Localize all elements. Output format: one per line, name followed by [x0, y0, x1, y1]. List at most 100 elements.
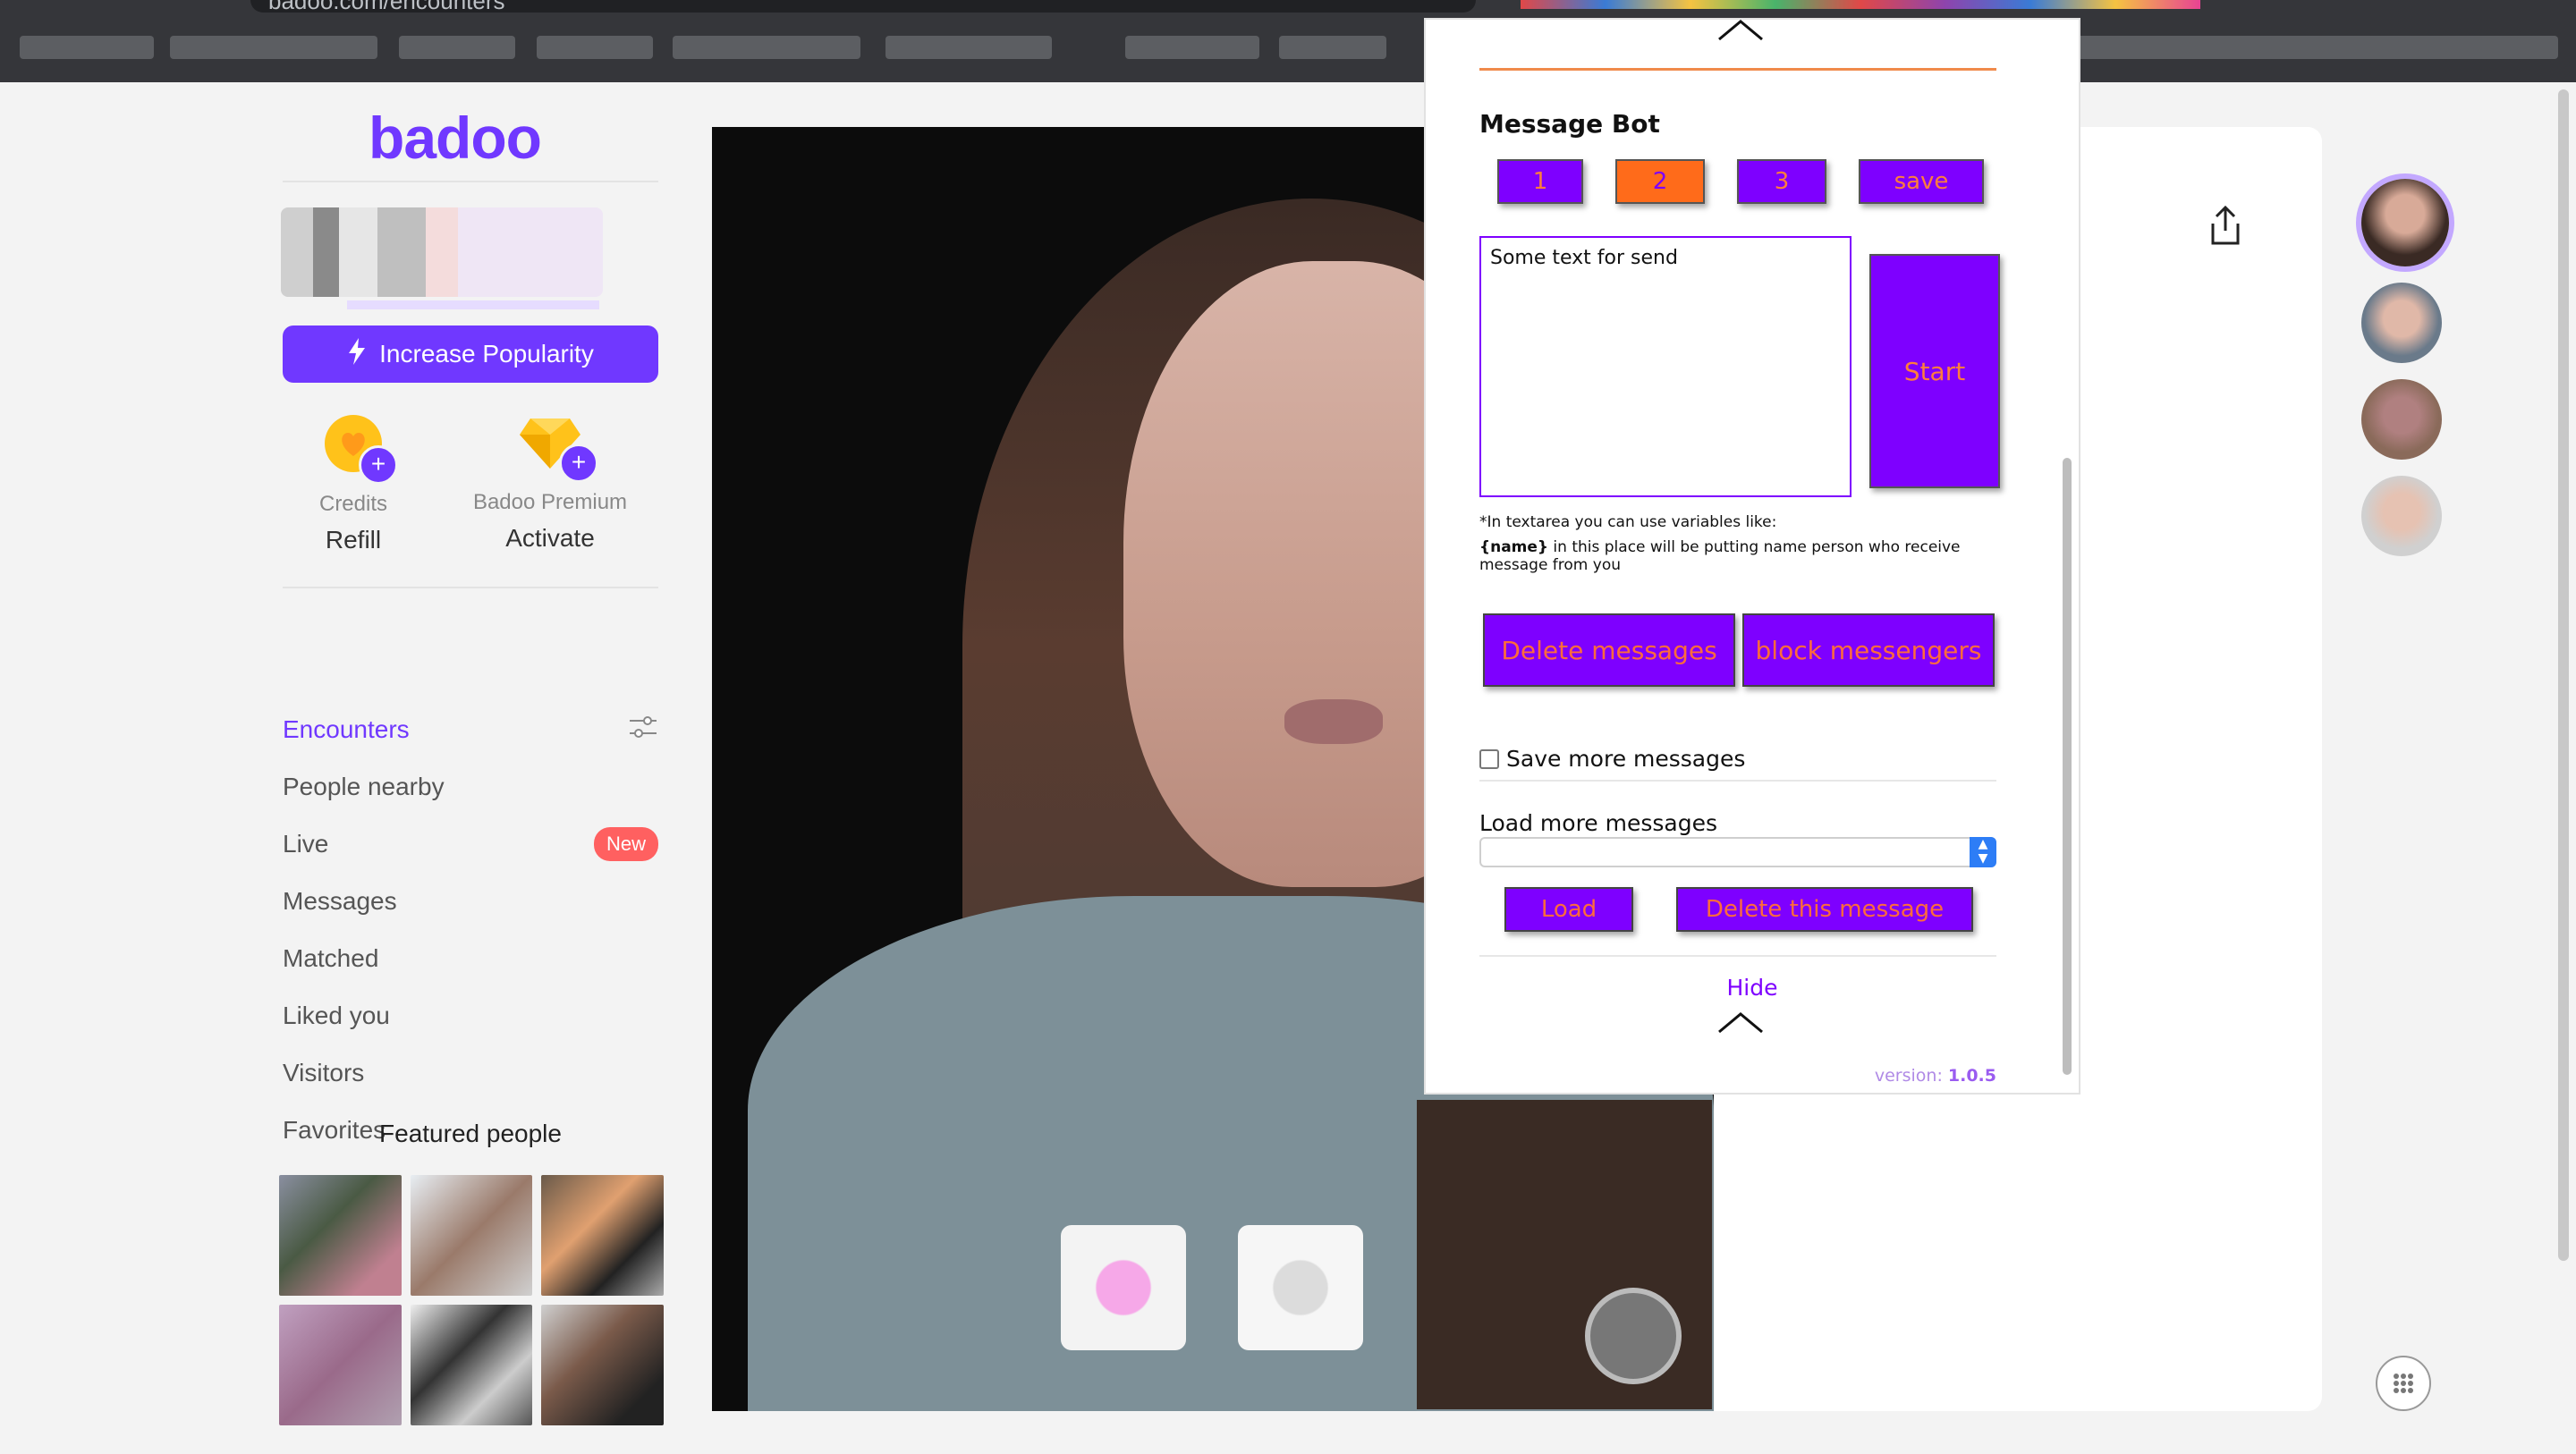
avatar[interactable] [2361, 476, 2442, 556]
nav-label: Matched [283, 944, 379, 972]
variables-hint: *In textarea you can use variables like: [1479, 513, 1777, 531]
slot-1-button[interactable]: 1 [1497, 159, 1583, 204]
divider [1479, 780, 1996, 782]
featured-person-photo[interactable] [541, 1305, 664, 1425]
credits-widget[interactable]: + Credits Refill [268, 415, 438, 554]
photo-mouth [1284, 699, 1383, 744]
matches-avatars [2361, 179, 2451, 572]
heart-coin-icon: + [325, 415, 398, 485]
message-textarea[interactable]: Some text for send [1479, 236, 1852, 497]
variable-name: {name} [1479, 538, 1549, 556]
credits-refill-link[interactable]: Refill [268, 526, 438, 554]
nav-label: Messages [283, 887, 397, 915]
main-nav: Encounters People nearby Live New Messag… [283, 701, 658, 1159]
avatar[interactable] [2361, 179, 2449, 266]
share-icon[interactable] [2206, 204, 2245, 247]
lightning-icon [347, 337, 367, 371]
skip-button[interactable] [1238, 1225, 1363, 1350]
version-number: 1.0.5 [1947, 1066, 1996, 1086]
save-more-label: Save more messages [1506, 746, 1746, 772]
panel-scrollbar[interactable] [2063, 458, 2072, 1075]
premium-widget[interactable]: + Badoo Premium Activate [456, 415, 644, 553]
nav-item-live[interactable]: Live New [283, 816, 658, 873]
nav-label: People nearby [283, 773, 445, 800]
divider [283, 587, 658, 588]
new-badge: New [593, 827, 658, 861]
featured-person-photo[interactable] [410, 1305, 533, 1425]
nav-label: Visitors [283, 1059, 365, 1086]
saved-messages-select[interactable]: ▲ ▼ [1479, 837, 1996, 867]
bookmark-item[interactable] [1279, 36, 1386, 59]
nav-label: Encounters [283, 715, 410, 743]
panel-divider [1479, 68, 1996, 71]
bookmark-item[interactable] [399, 36, 515, 59]
bookmark-item[interactable] [537, 36, 653, 59]
slot-3-button[interactable]: 3 [1737, 159, 1826, 204]
featured-person-photo[interactable] [279, 1305, 402, 1425]
bookmark-item[interactable] [886, 36, 1052, 59]
divider [1479, 955, 1996, 957]
premium-label: Badoo Premium [472, 490, 628, 514]
nav-item-people-nearby[interactable]: People nearby [283, 758, 658, 816]
profile-summary[interactable] [281, 207, 603, 297]
variables-hint-detail: {name} in this place will be putting nam… [1479, 538, 2007, 574]
start-button[interactable]: Start [1869, 254, 2000, 488]
avatar[interactable] [2361, 379, 2442, 460]
save-more-row[interactable]: Save more messages [1479, 746, 1745, 772]
bookmark-item[interactable] [673, 36, 860, 59]
filter-icon[interactable] [628, 712, 658, 748]
variable-description: in this place will be putting name perso… [1479, 538, 1961, 574]
chat-icon[interactable] [1585, 1288, 1682, 1384]
select-arrows-icon: ▲ ▼ [1970, 837, 1996, 867]
badoo-logo[interactable]: badoo [369, 104, 542, 172]
bookmark-item[interactable] [20, 36, 154, 59]
nav-label: Live [283, 830, 329, 858]
profile-progress-bar [347, 300, 599, 309]
diamond-icon: + [518, 415, 598, 483]
address-bar-url: badoo.com/encounters [268, 0, 505, 14]
panel-title: Message Bot [1479, 109, 1660, 139]
nav-item-liked-you[interactable]: Liked you [283, 987, 658, 1044]
apps-grid-icon[interactable] [2376, 1356, 2431, 1411]
premium-activate-link[interactable]: Activate [456, 524, 644, 553]
bookmark-item[interactable] [1125, 36, 1259, 59]
nav-item-matched[interactable]: Matched [283, 930, 658, 987]
page-scrollbar[interactable] [2558, 89, 2569, 1261]
extension-icons[interactable] [1521, 0, 2200, 9]
message-bot-panel: Message Bot 1 2 3 save Some text for sen… [1426, 20, 2079, 1093]
increase-popularity-label: Increase Popularity [379, 340, 594, 368]
load-button[interactable]: Load [1504, 887, 1633, 932]
bookmark-item[interactable] [170, 36, 377, 59]
delete-this-message-button[interactable]: Delete this message [1676, 887, 1973, 932]
save-more-checkbox[interactable] [1479, 748, 1499, 769]
browser-chrome: badoo.com/encounters [0, 0, 2576, 82]
avatar[interactable] [2361, 283, 2442, 363]
hide-chevron-icon[interactable] [1717, 1012, 1764, 1034]
plus-icon: + [559, 444, 598, 483]
bookmark-item[interactable] [2057, 36, 2558, 59]
block-messengers-button[interactable]: block messengers [1742, 613, 1995, 687]
featured-person-photo[interactable] [279, 1175, 402, 1296]
version-prefix: version: [1874, 1066, 1948, 1086]
credits-label: Credits [318, 492, 388, 516]
hide-link[interactable]: Hide [1426, 975, 2079, 1001]
load-more-label: Load more messages [1479, 810, 1718, 836]
nav-label: Liked you [283, 1002, 390, 1029]
nav-item-messages[interactable]: Messages [283, 873, 658, 930]
featured-person-photo[interactable] [410, 1175, 533, 1296]
version-label: version: 1.0.5 [1875, 1066, 1996, 1086]
slot-2-button[interactable]: 2 [1615, 159, 1705, 204]
save-slot-button[interactable]: save [1859, 159, 1984, 204]
like-button[interactable] [1061, 1225, 1186, 1350]
delete-messages-button[interactable]: Delete messages [1483, 613, 1735, 687]
featured-person-photo[interactable] [541, 1175, 664, 1296]
sidebar: badoo Increase Popularity + Credits Refi… [268, 82, 680, 1454]
featured-people-title: Featured people [379, 1120, 562, 1147]
collapse-up-icon[interactable] [1717, 20, 1764, 41]
nav-item-encounters[interactable]: Encounters [283, 701, 658, 758]
featured-people-grid [279, 1175, 664, 1425]
plus-icon: + [359, 445, 398, 485]
divider [283, 181, 658, 182]
nav-item-visitors[interactable]: Visitors [283, 1044, 658, 1102]
increase-popularity-button[interactable]: Increase Popularity [283, 325, 658, 383]
